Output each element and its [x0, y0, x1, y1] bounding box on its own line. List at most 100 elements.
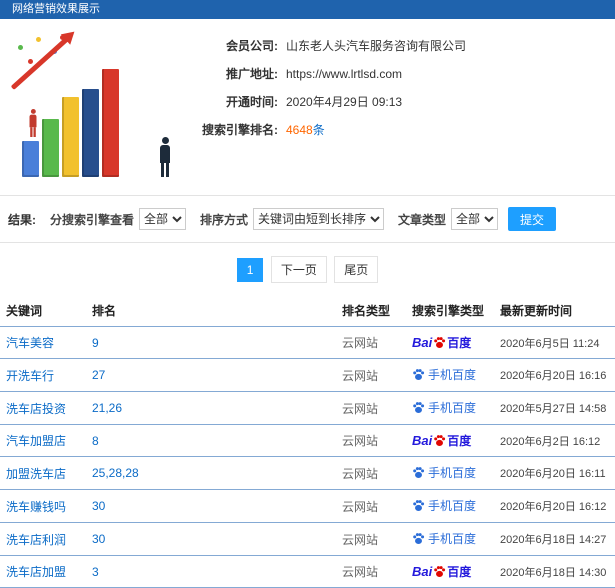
rank-type: 云网站 [336, 326, 406, 359]
submit-button[interactable]: 提交 [508, 207, 557, 231]
keyword-link[interactable]: 洗车赚钱吗 [6, 500, 66, 514]
engine-filter-select[interactable]: 全部 [139, 208, 187, 230]
rank-value: 9 [86, 326, 336, 359]
scatter-dot-icon [36, 37, 41, 42]
updated-time: 2020年6月20日 16:12 [494, 489, 615, 523]
page-header: 网络营销效果展示 [0, 0, 615, 19]
table-row: 洗车店利润 30 云网站 手机百度 2020年6月18日 14:27 [0, 522, 615, 556]
keyword-link[interactable]: 加盟洗车店 [6, 467, 66, 481]
mobile-baidu-logo: 手机百度 [412, 497, 476, 514]
mobile-baidu-logo: 手机百度 [412, 399, 476, 416]
rank-value: 30 [86, 489, 336, 523]
member-company-link[interactable]: 山东老人头汽车服务咨询有限公司 [286, 37, 466, 54]
updated-time: 2020年6月5日 11:24 [494, 326, 615, 359]
mobile-baidu-logo: 手机百度 [412, 366, 476, 383]
keyword-link[interactable]: 汽车加盟店 [6, 434, 66, 448]
baidu-logo: Bai 百度 [412, 564, 472, 579]
sort-filter-select[interactable]: 关键词由短到长排序 [253, 208, 385, 230]
pagination: 1 下一页 尾页 [0, 243, 615, 295]
rank-value: 25,28,28 [86, 456, 336, 490]
illustration-bar [42, 119, 59, 177]
table-row: 加盟洗车店 25,28,28 云网站 手机百度 2020年6月20日 16:11 [0, 456, 615, 490]
baidu-paw-icon [434, 435, 446, 446]
type-filter-select[interactable]: 全部 [451, 208, 499, 230]
scatter-dot-icon [28, 59, 33, 64]
member-info-form: 会员公司: 山东老人头汽车服务咨询有限公司 推广地址: https://www.… [178, 29, 466, 181]
illustration-bar [82, 89, 99, 177]
keyword-link[interactable]: 汽车美容 [6, 336, 54, 350]
rank-type: 云网站 [336, 555, 406, 588]
promo-url-label: 推广地址: [226, 67, 278, 81]
page-title: 网络营销效果展示 [12, 3, 100, 15]
page-current[interactable]: 1 [236, 258, 264, 282]
scatter-dot-icon [18, 45, 23, 50]
updated-time: 2020年5月27日 14:58 [494, 391, 615, 425]
page-last-button[interactable]: 尾页 [334, 256, 379, 283]
baidu-paw-icon [434, 337, 446, 348]
type-filter-label: 文章类型 [398, 212, 447, 227]
updated-time: 2020年6月2日 16:12 [494, 424, 615, 457]
table-row: 洗车店投资 21,26 云网站 手机百度 2020年5月27日 14:58 [0, 391, 615, 425]
rank-type: 云网站 [336, 489, 406, 523]
keyword-link[interactable]: 洗车店加盟 [6, 565, 66, 579]
mobile-baidu-paw-icon [413, 402, 425, 413]
header-keyword: 关键词 [0, 295, 86, 327]
header-rank: 排名 [86, 295, 336, 327]
engine-cell: Bai 百度 [406, 424, 494, 457]
table-row: 汽车加盟店 8 云网站 Bai 百度 2020年6月2日 16:12 [0, 424, 615, 457]
rank-value: 30 [86, 522, 336, 556]
mobile-baidu-paw-icon [413, 500, 425, 511]
rank-value: 8 [86, 424, 336, 457]
baidu-paw-icon [434, 566, 446, 577]
person-figure-icon [158, 137, 172, 177]
baidu-logo: Bai 百度 [412, 335, 472, 350]
mobile-baidu-paw-icon [413, 467, 425, 478]
table-header-row: 关键词 排名 排名类型 搜索引擎类型 最新更新时间 [0, 295, 615, 327]
person-figure-icon [28, 109, 38, 137]
rank-type: 云网站 [336, 456, 406, 490]
engine-filter-label: 分搜索引擎查看 [50, 212, 135, 227]
illustration-bar [102, 69, 119, 177]
member-company-row: 会员公司: 山东老人头汽车服务咨询有限公司 [178, 37, 466, 54]
engine-cell: 手机百度 [406, 456, 494, 490]
open-time-row: 开通时间: 2020年4月29日 09:13 [178, 93, 466, 110]
header-updated: 最新更新时间 [494, 295, 615, 327]
illustration-bar [62, 97, 79, 177]
promo-url-link[interactable]: https://www.lrtlsd.com [286, 67, 402, 81]
rank-type: 云网站 [336, 358, 406, 392]
rank-value: 21,26 [86, 391, 336, 425]
baidu-logo: Bai 百度 [412, 433, 472, 448]
promo-url-row: 推广地址: https://www.lrtlsd.com [178, 65, 466, 82]
updated-time: 2020年6月20日 16:16 [494, 358, 615, 392]
open-time-value: 2020年4月29日 09:13 [286, 95, 403, 109]
mobile-baidu-paw-icon [413, 533, 425, 544]
table-row: 洗车店加盟 3 云网站 Bai 百度 2020年6月18日 14:30 [0, 555, 615, 588]
rank-type: 云网站 [336, 522, 406, 556]
sort-filter-label: 排序方式 [200, 212, 249, 227]
keyword-link[interactable]: 洗车店利润 [6, 533, 66, 547]
ranking-table: 关键词 排名 排名类型 搜索引擎类型 最新更新时间 汽车美容 9 云网站 Bai… [0, 295, 615, 588]
engine-rank-row: 搜索引擎排名: 4648条 [178, 121, 466, 138]
table-row: 汽车美容 9 云网站 Bai 百度 2020年6月5日 11:24 [0, 326, 615, 359]
rank-value: 3 [86, 555, 336, 588]
engine-cell: 手机百度 [406, 358, 494, 392]
member-info-section: 会员公司: 山东老人头汽车服务咨询有限公司 推广地址: https://www.… [0, 19, 615, 195]
header-rank-type: 排名类型 [336, 295, 406, 327]
engine-cell: Bai 百度 [406, 555, 494, 588]
engine-cell: 手机百度 [406, 522, 494, 556]
rank-type: 云网站 [336, 391, 406, 425]
table-row: 洗车赚钱吗 30 云网站 手机百度 2020年6月20日 16:12 [0, 489, 615, 523]
marketing-chart-illustration [8, 29, 178, 181]
keyword-link[interactable]: 洗车店投资 [6, 402, 66, 416]
engine-cell: 手机百度 [406, 391, 494, 425]
mobile-baidu-paw-icon [413, 369, 425, 380]
rank-value: 27 [86, 358, 336, 392]
mobile-baidu-logo: 手机百度 [412, 464, 476, 481]
mobile-baidu-logo: 手机百度 [412, 530, 476, 547]
engine-cell: Bai 百度 [406, 326, 494, 359]
keyword-link[interactable]: 开洗车行 [6, 369, 54, 383]
rank-type: 云网站 [336, 424, 406, 457]
page-next-button[interactable]: 下一页 [270, 256, 327, 283]
engine-rank-count: 4648 [286, 123, 313, 137]
header-engine-type: 搜索引擎类型 [406, 295, 494, 327]
